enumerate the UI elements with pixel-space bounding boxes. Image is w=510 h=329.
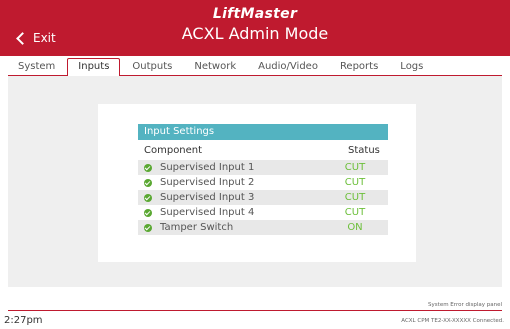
- input-row[interactable]: Supervised Input 3 CUT: [138, 190, 388, 205]
- panel-title: Input Settings: [138, 124, 388, 140]
- footer-divider: [8, 310, 502, 311]
- tab-outputs[interactable]: Outputs: [122, 59, 182, 75]
- tab-reports[interactable]: Reports: [330, 59, 388, 75]
- input-row[interactable]: Tamper Switch ON: [138, 220, 388, 235]
- app-header: Exit LiftMaster ACXL Admin Mode: [0, 0, 510, 56]
- clock: 2:27pm: [4, 315, 43, 326]
- status-value: CUT: [344, 192, 366, 203]
- check-circle-icon: [144, 208, 152, 217]
- tab-network[interactable]: Network: [184, 59, 246, 75]
- check-circle-icon: [144, 193, 152, 202]
- check-circle-icon: [144, 178, 152, 187]
- check-circle-icon: [144, 223, 152, 232]
- content-area: Input Settings Component Status Supervis…: [8, 76, 502, 287]
- component-name: Tamper Switch: [160, 222, 234, 233]
- input-settings-card: Input Settings Component Status Supervis…: [98, 104, 416, 262]
- component-column-header: Component: [144, 145, 203, 156]
- input-row[interactable]: Supervised Input 2 CUT: [138, 175, 388, 190]
- status-value: CUT: [344, 177, 366, 188]
- status-value: ON: [347, 222, 363, 233]
- tab-audio-video[interactable]: Audio/Video: [248, 59, 328, 75]
- input-row[interactable]: Supervised Input 1 CUT: [138, 160, 388, 175]
- component-name: Supervised Input 4: [160, 207, 255, 218]
- system-error-panel: System Error display panel: [428, 302, 502, 308]
- input-row[interactable]: Supervised Input 4 CUT: [138, 205, 388, 220]
- tab-logs[interactable]: Logs: [390, 59, 433, 75]
- page-title: ACXL Admin Mode: [181, 24, 329, 43]
- check-circle-icon: [144, 163, 152, 172]
- connection-status: ACXL CPM TE2-XX-XXXXX Connected.: [401, 318, 504, 324]
- tab-bar: System Inputs Outputs Network Audio/Vide…: [8, 56, 502, 76]
- brand-logo: LiftMaster: [212, 6, 298, 22]
- status-value: CUT: [344, 162, 366, 173]
- tab-inputs[interactable]: Inputs: [67, 58, 121, 76]
- status-value: CUT: [344, 207, 366, 218]
- tab-system[interactable]: System: [8, 59, 65, 75]
- component-name: Supervised Input 3: [160, 192, 255, 203]
- component-name: Supervised Input 1: [160, 162, 255, 173]
- input-list: Supervised Input 1 CUT Supervised Input …: [138, 160, 388, 235]
- status-column-header: Status: [348, 145, 380, 156]
- component-name: Supervised Input 2: [160, 177, 255, 188]
